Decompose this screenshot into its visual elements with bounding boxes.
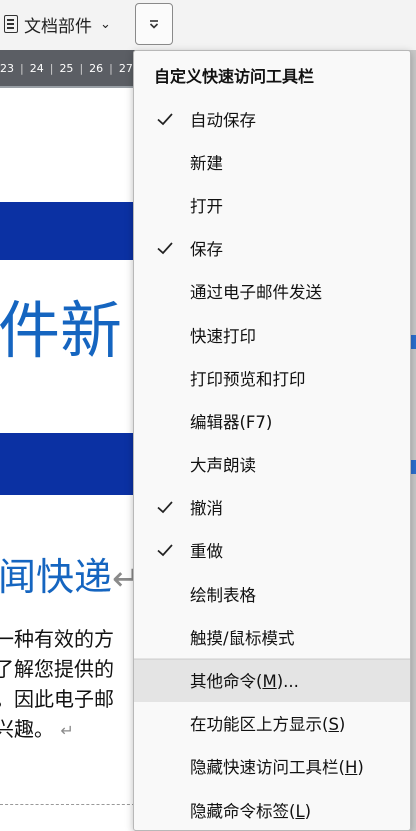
ruler-number: 27: [118, 61, 133, 75]
menu-item-undo[interactable]: 撤消: [134, 486, 410, 529]
menu-item-label: 编辑器(F7): [190, 412, 273, 432]
menu-item-open[interactable]: 打开: [134, 183, 410, 226]
chevron-down-icon: ⌄: [100, 16, 111, 32]
customize-quick-access-toolbar-button[interactable]: [135, 3, 173, 45]
checkmark-icon: [157, 113, 173, 125]
document-page[interactable]: 件新 闻快递↵ 一种有效的方 了解您提供的 。因此电子邮 兴趣。 ↵: [0, 88, 135, 831]
menu-list: 自动保存新建打开保存通过电子邮件发送 快速打印打印预览和打印 编辑器(F7) 大声朗读…: [134, 97, 410, 831]
menu-item-editor[interactable]: 编辑器(F7): [134, 399, 410, 442]
blue-banner-bottom: [0, 433, 135, 495]
menu-item-print-preview[interactable]: 打印预览和打印: [134, 356, 410, 399]
menu-item-label: 通过电子邮件发送: [190, 283, 322, 303]
checkmark-icon: [157, 501, 173, 514]
menu-item-label: 其他命令(M)...: [190, 672, 299, 692]
menu-item-label: 大声朗读: [190, 456, 256, 476]
menu-item-more-commands[interactable]: 其他命令(M)...: [134, 658, 410, 702]
menu-item-hide-command-labels[interactable]: 隐藏命令标签(L): [134, 788, 410, 831]
menu-separator: [134, 658, 410, 660]
menu-item-save[interactable]: 保存: [134, 227, 410, 270]
body-line: 了解您提供的: [0, 657, 114, 681]
menu-item-email[interactable]: 通过电子邮件发送: [134, 270, 410, 313]
menu-item-quick-print[interactable]: 快速打印: [134, 313, 410, 356]
return-mark-icon: ↵: [60, 721, 74, 740]
menu-item-label: 重做: [190, 542, 223, 562]
page-boundary: [0, 804, 135, 805]
customize-qat-menu: 自定义快速访问工具栏 自动保存新建打开保存通过电子邮件发送 快速打印打印预览和打印…: [133, 50, 411, 831]
return-mark-icon: ↵: [112, 559, 135, 599]
body-line: 兴趣。 ↵: [0, 717, 74, 741]
menu-item-autosave[interactable]: 自动保存: [134, 97, 410, 140]
menu-title: 自定义快速访问工具栏: [154, 67, 315, 86]
blue-banner-top: [0, 202, 135, 260]
menu-item-label: 打印预览和打印: [190, 369, 306, 389]
body-line: 。因此电子邮: [0, 687, 114, 711]
document-subheading: 闻快递↵: [0, 558, 135, 596]
menu-item-new[interactable]: 新建: [134, 140, 410, 183]
ribbon: 文档部件 ⌄: [0, 0, 416, 50]
menu-item-hide-qat[interactable]: 隐藏快速访问工具栏(H): [134, 745, 410, 788]
body-line: 一种有效的方: [0, 627, 114, 651]
ruler-number: 24: [29, 61, 44, 75]
menu-item-label: 隐藏快速访问工具栏(H): [190, 758, 364, 778]
menu-item-label: 隐藏命令标签(L): [190, 801, 312, 821]
checkmark-icon: [157, 544, 173, 557]
doc-parts-icon: [4, 15, 18, 33]
menu-item-touch-mouse-mode[interactable]: 触摸/鼠标模式: [134, 615, 410, 658]
checkmark-icon: [157, 242, 173, 255]
menu-item-label: 快速打印: [190, 326, 256, 346]
menu-item-label: 自动保存: [190, 110, 256, 130]
menu-item-label: 触摸/鼠标模式: [190, 628, 295, 648]
menu-item-label: 新建: [190, 153, 223, 173]
horizontal-ruler: 23 | 24 | 25 | 26 | 27: [0, 50, 135, 88]
menu-item-redo[interactable]: 重做: [134, 529, 410, 572]
menu-item-draw-table[interactable]: 绘制表格: [134, 572, 410, 615]
menu-item-label: 打开: [190, 196, 223, 216]
menu-item-label: 保存: [190, 240, 223, 260]
ruler-number: 23: [0, 61, 14, 75]
document-body: 一种有效的方 了解您提供的 。因此电子邮 兴趣。 ↵: [0, 624, 114, 746]
dropdown-arrow-icon: [149, 20, 159, 29]
ruler-number: 25: [59, 61, 74, 75]
menu-item-show-above-ribbon[interactable]: 在功能区上方显示(S): [134, 702, 410, 745]
menu-item-label: 撤消: [190, 499, 223, 519]
doc-parts-button[interactable]: 文档部件 ⌄: [4, 8, 111, 40]
menu-item-read-aloud[interactable]: 大声朗读: [134, 443, 410, 486]
document-headline: 件新: [0, 294, 123, 367]
doc-parts-label: 文档部件: [24, 16, 92, 37]
menu-item-label: 绘制表格: [190, 585, 256, 605]
ruler-number: 26: [89, 61, 104, 75]
menu-item-label: 在功能区上方显示(S): [190, 715, 346, 735]
